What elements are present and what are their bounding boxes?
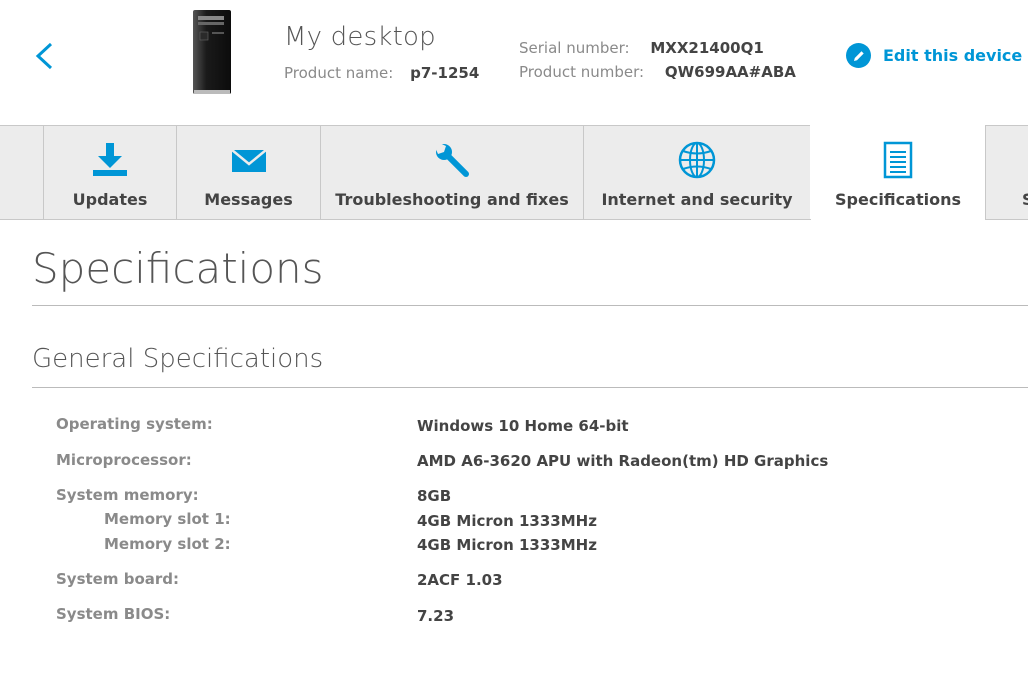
title-divider	[32, 305, 1028, 306]
tab-troubleshooting[interactable]: Troubleshooting and fixes	[320, 125, 584, 220]
device-name: My desktop	[284, 22, 436, 52]
spec-value-os: Windows 10 Home 64-bit	[417, 417, 629, 435]
spec-label-memory: System memory:	[56, 486, 199, 504]
tab-label: Internet and security	[601, 190, 793, 209]
tab-label: Specifications	[835, 190, 961, 209]
product-name-value: p7-1254	[410, 64, 480, 82]
spec-value-system-board: 2ACF 1.03	[417, 571, 503, 589]
tab-internet-security[interactable]: Internet and security	[583, 125, 811, 220]
spec-value-memory-slot-2: 4GB Micron 1333MHz	[417, 536, 597, 554]
app-window: My desktop Product name: p7-1254 Serial …	[0, 0, 1028, 677]
tab-label: Updates	[72, 190, 148, 209]
spec-label-bios: System BIOS:	[56, 605, 171, 623]
tab-messages[interactable]: Messages	[176, 125, 321, 220]
tab-updates[interactable]: Updates	[43, 125, 177, 220]
desktop-tower-image	[190, 8, 234, 96]
spec-label-processor: Microprocessor:	[56, 451, 192, 469]
tab-previous-partial[interactable]	[0, 125, 44, 220]
back-button[interactable]	[30, 38, 58, 74]
product-name-row: Product name: p7-1254	[284, 64, 479, 82]
document-icon	[883, 141, 913, 179]
product-number-label: Product number:	[519, 63, 645, 81]
serial-number-label: Serial number:	[519, 39, 630, 57]
spec-label-memory-slot-1: Memory slot 1:	[104, 510, 231, 528]
pencil-icon	[846, 43, 871, 68]
tab-underline-left	[0, 219, 811, 220]
spec-label-memory-slot-2: Memory slot 2:	[104, 535, 231, 553]
spec-label-system-board: System board:	[56, 570, 180, 588]
section-title: General Specifications	[32, 344, 324, 374]
product-name-label: Product name:	[284, 64, 394, 82]
chevron-left-icon	[35, 42, 53, 70]
tab-next-partial[interactable]: S	[985, 125, 1028, 220]
product-number-value: QW699AA#ABA	[664, 63, 796, 81]
envelope-icon	[230, 149, 267, 172]
download-icon	[93, 143, 127, 176]
spec-value-memory: 8GB	[417, 487, 452, 505]
tab-label: Messages	[204, 190, 293, 209]
serial-number-row: Serial number: MXX21400Q1	[519, 39, 764, 57]
page-title: Specifications	[32, 244, 324, 293]
tab-bar: Updates Messages Troubleshooting and fix…	[0, 125, 1028, 220]
tab-label: Troubleshooting and fixes	[335, 190, 569, 209]
tab-underline-right	[985, 219, 1028, 220]
spec-label-os: Operating system:	[56, 415, 213, 433]
globe-icon	[678, 141, 716, 179]
edit-device-label: Edit this device	[883, 46, 1023, 65]
product-number-row: Product number: QW699AA#ABA	[519, 63, 796, 81]
spec-value-memory-slot-1: 4GB Micron 1333MHz	[417, 512, 597, 530]
edit-device-button[interactable]: Edit this device	[846, 43, 1022, 68]
tab-specifications[interactable]: Specifications	[810, 125, 986, 220]
wrench-icon	[434, 142, 469, 177]
tab-label: S	[1022, 190, 1028, 209]
serial-number-value: MXX21400Q1	[650, 39, 764, 57]
spec-value-bios: 7.23	[417, 607, 455, 625]
section-divider	[32, 387, 1028, 388]
spec-value-processor: AMD A6-3620 APU with Radeon(tm) HD Graph…	[417, 452, 829, 470]
